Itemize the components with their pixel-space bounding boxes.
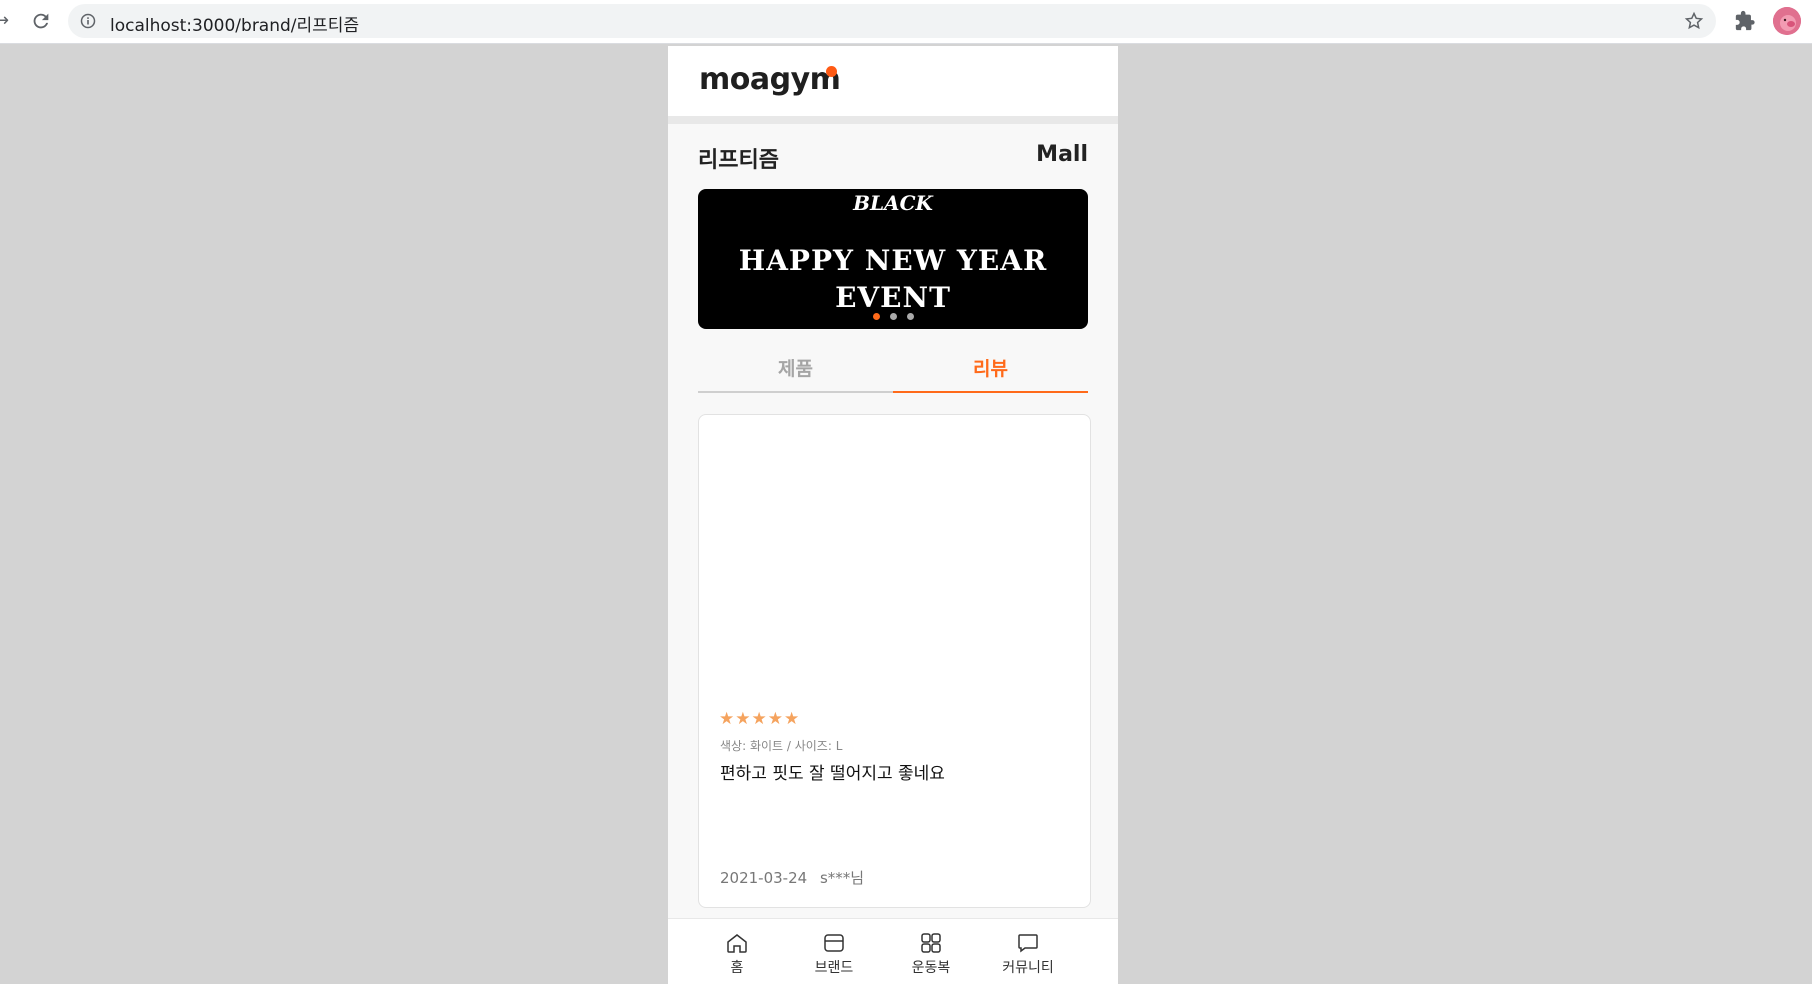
bottom-navigation: 홈 브랜드 운동복 커뮤니티 (668, 918, 1118, 984)
review-options: 색상: 화이트 / 사이즈: L (720, 739, 843, 753)
nav-home-label: 홈 (730, 960, 744, 976)
nav-brand[interactable]: 브랜드 (785, 919, 883, 984)
info-icon[interactable] (80, 13, 96, 29)
app-header: moagym (668, 46, 1118, 116)
carousel-dots (698, 313, 1088, 320)
review-text: 편하고 핏도 잘 떨어지고 좋네요 (720, 764, 945, 784)
event-banner[interactable]: BLACK HAPPY NEW YEAR EVENT (698, 189, 1088, 329)
moagym-logo[interactable]: moagym (699, 62, 841, 97)
mobile-app-frame: moagym 리프티즘 Mall BLACK HAPPY NEW YEAR EV… (668, 46, 1118, 984)
store-icon (824, 934, 844, 952)
tab-products[interactable]: 제품 (698, 349, 893, 393)
url-text[interactable]: localhost:3000/brand/리프티즘 (110, 11, 359, 36)
review-author: s***님 (819, 869, 865, 887)
review-date: 2021-03-24 (720, 869, 808, 887)
extensions-puzzle-icon[interactable] (1734, 10, 1756, 32)
carousel-dot[interactable] (889, 313, 897, 320)
browser-toolbar: → localhost:3000/brand/리프티즘 (0, 0, 1812, 44)
nav-sportswear[interactable]: 운동복 (882, 919, 980, 984)
banner-headline: HAPPY NEW YEAR (738, 244, 1048, 277)
carousel-dot[interactable] (906, 313, 914, 320)
forward-icon[interactable]: → (0, 10, 16, 32)
banner-brand-logo: BLACK (853, 191, 933, 215)
carousel-dot[interactable] (872, 313, 880, 320)
review-card: ★★★★★ 색상: 화이트 / 사이즈: L 편하고 핏도 잘 떨어지고 좋네요… (698, 414, 1091, 908)
home-icon (727, 934, 747, 953)
logo-dot (826, 66, 837, 77)
reload-icon[interactable] (30, 10, 52, 32)
mall-link[interactable]: Mall (1036, 142, 1088, 167)
nav-sportswear-label: 운동복 (911, 960, 951, 976)
banner-subheadline: EVENT (835, 281, 951, 314)
profile-avatar[interactable] (1773, 7, 1801, 35)
nav-community-label: 커뮤니티 (1002, 960, 1054, 976)
nav-community[interactable]: 커뮤니티 (979, 919, 1077, 984)
nav-brand-label: 브랜드 (814, 960, 854, 976)
grid-icon (921, 933, 941, 953)
content-tabs: 제품 리뷰 (698, 349, 1088, 393)
brand-title: 리프티즘 (698, 148, 779, 173)
chat-icon (1018, 934, 1038, 953)
avatar-pig-icon (1773, 7, 1801, 35)
bookmark-star-icon[interactable] (1684, 11, 1704, 31)
review-meta: 2021-03-24 s***님 (720, 867, 872, 888)
nav-home[interactable]: 홈 (688, 919, 786, 984)
header-divider (668, 116, 1118, 124)
address-bar[interactable]: localhost:3000/brand/리프티즘 (68, 4, 1716, 38)
rating-stars: ★★★★★ (719, 709, 801, 729)
tab-reviews[interactable]: 리뷰 (893, 349, 1088, 393)
